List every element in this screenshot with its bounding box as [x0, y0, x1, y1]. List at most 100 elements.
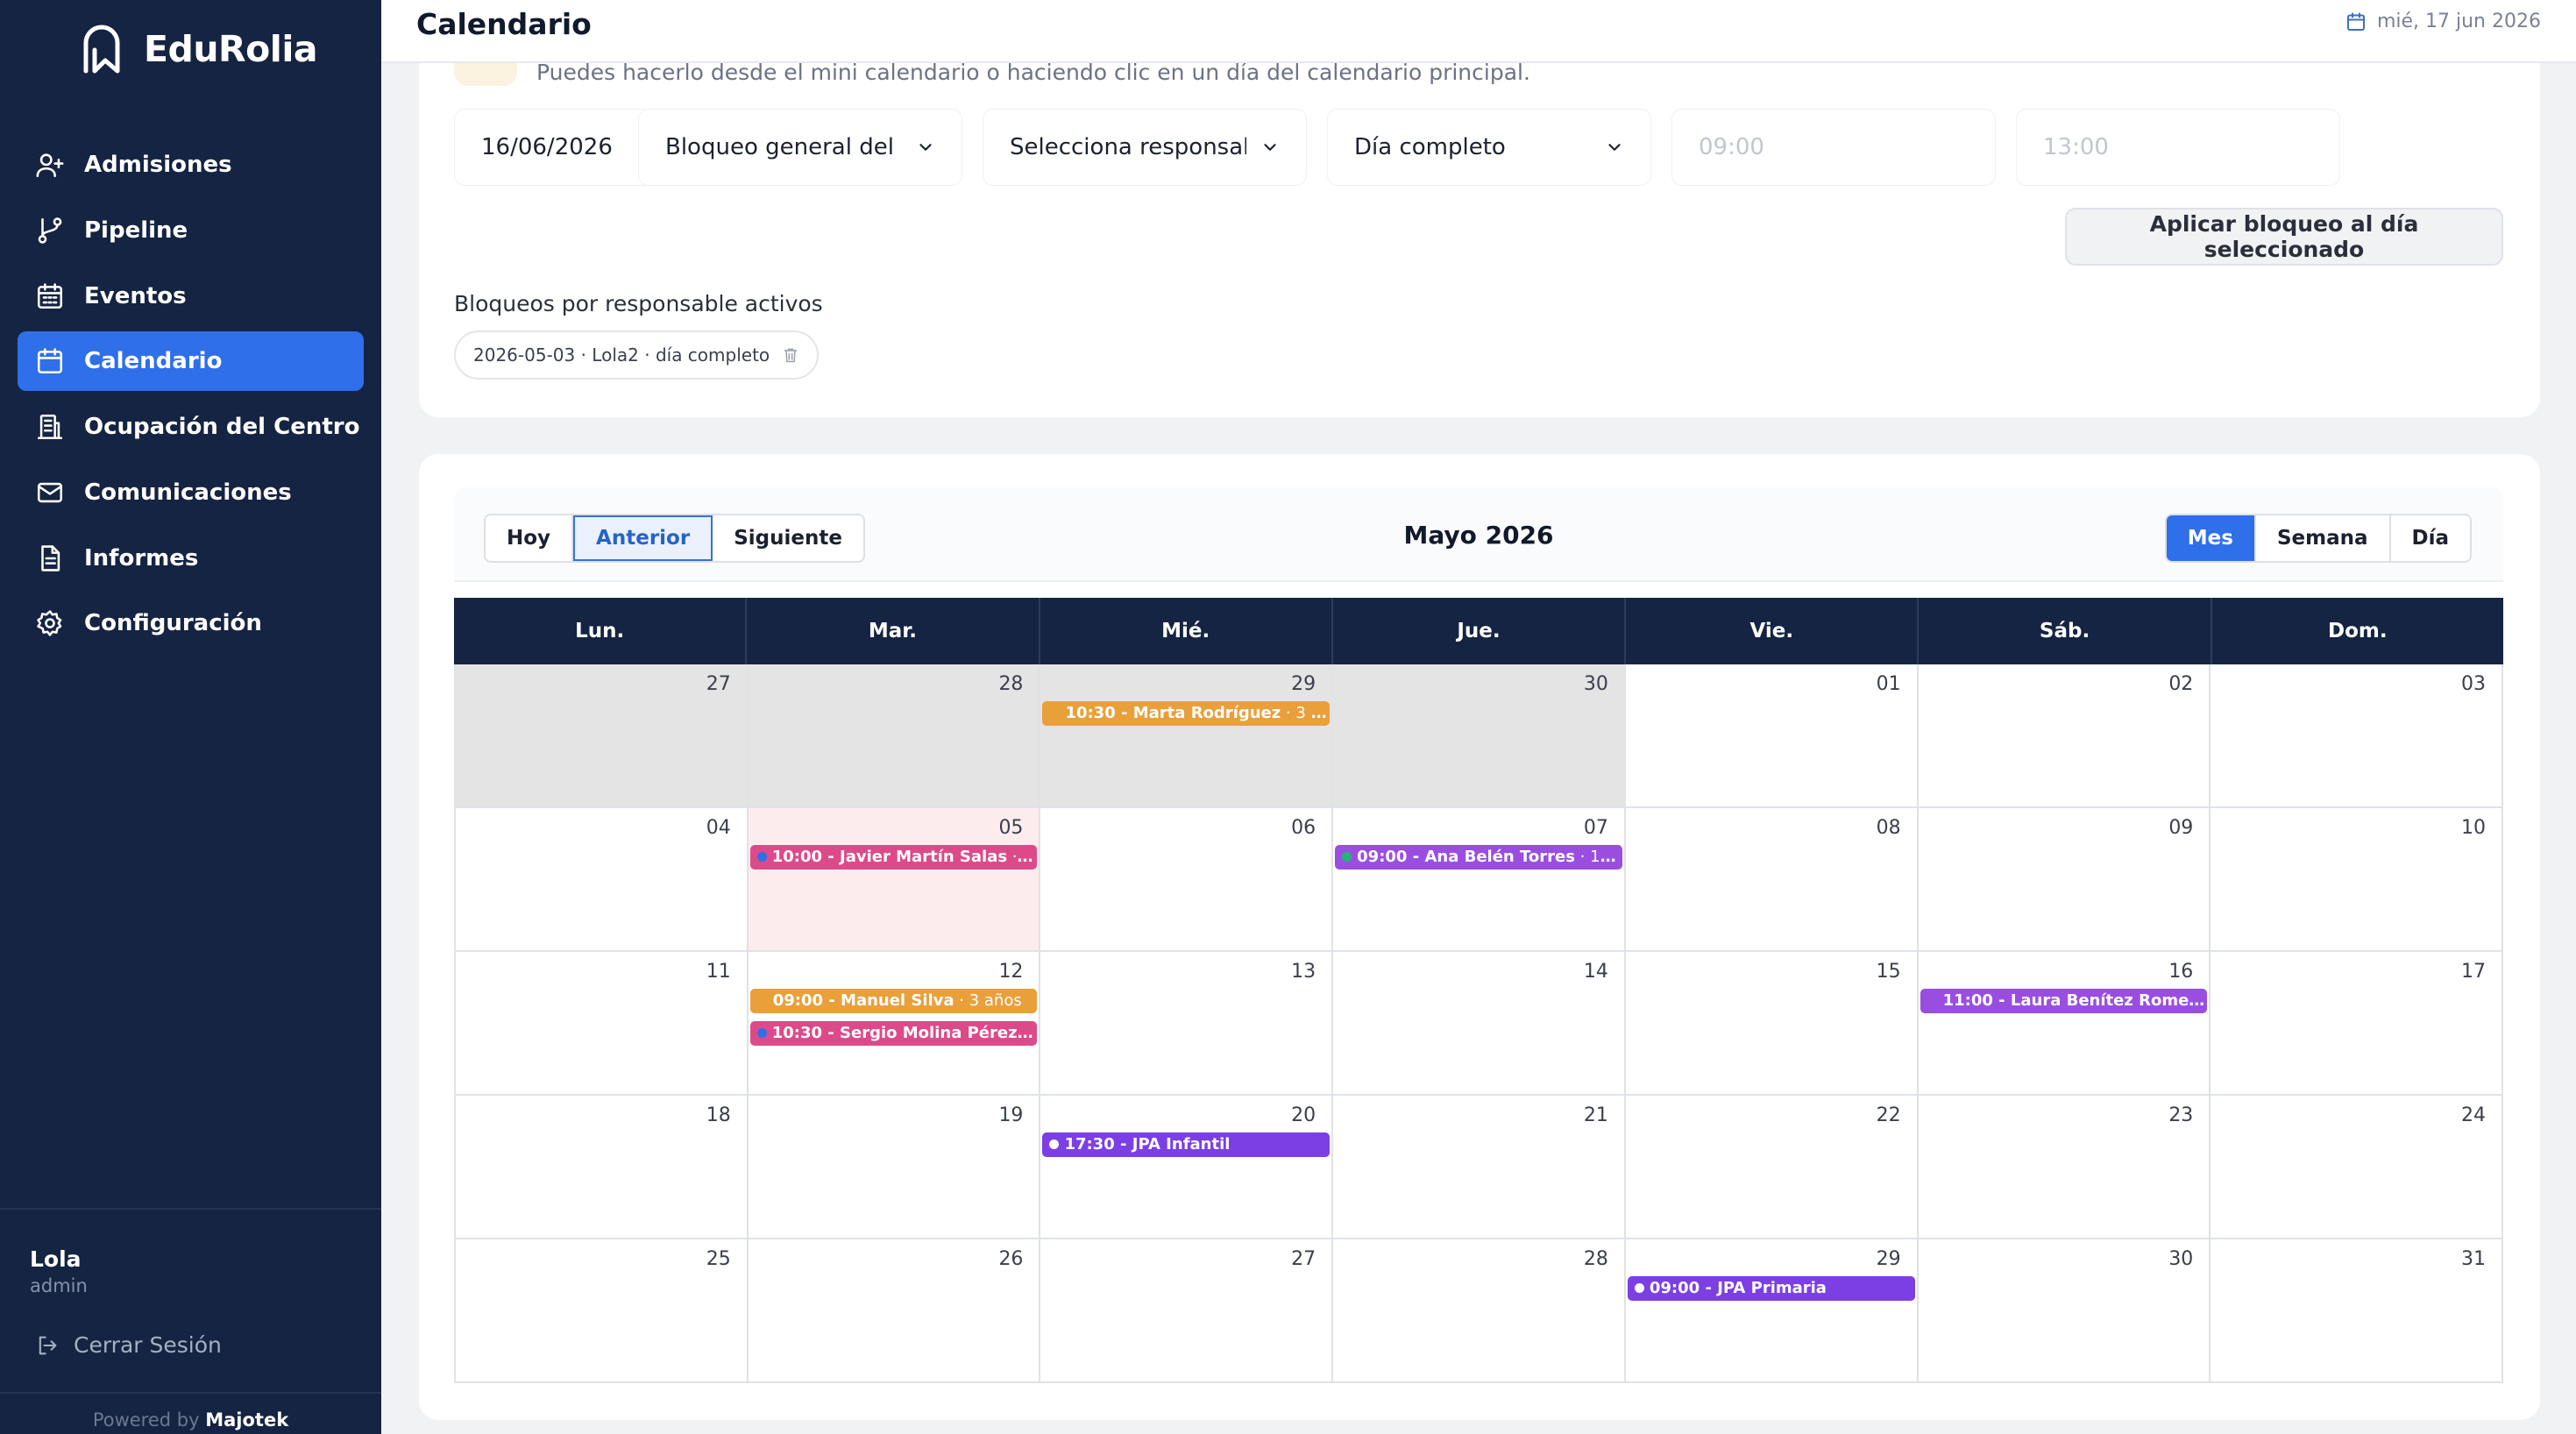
- calendar-event[interactable]: 17:30 - JPA Infantil: [1042, 1132, 1331, 1157]
- day-cell[interactable]: 18: [456, 1096, 749, 1238]
- sidebar-item-ocupacion[interactable]: Ocupación del Centro: [18, 397, 364, 457]
- day-cell[interactable]: 17: [2211, 952, 2504, 1094]
- document-icon: [41, 545, 60, 571]
- day-cell[interactable]: 24: [2211, 1096, 2504, 1238]
- day-cell[interactable]: 28: [748, 664, 1041, 806]
- day-cell[interactable]: 15: [1625, 952, 1919, 1094]
- day-cell[interactable]: 05 10:00 - Javier Martín Salas · 5º Prima…: [748, 808, 1041, 950]
- sidebar-item-configuracion[interactable]: Configuración: [18, 593, 364, 653]
- day-cell[interactable]: 03: [2211, 664, 2504, 806]
- day-cell[interactable]: 12 09:00 - Manuel Silva · 3 años 10:30 - S…: [748, 952, 1041, 1094]
- day-number: 15: [1876, 961, 1901, 983]
- event-time: 11:00: [1942, 991, 1993, 1010]
- day-number: 17: [2461, 961, 2487, 983]
- day-cell[interactable]: 30: [1333, 664, 1626, 806]
- block-chip-text: 2026-05-03 · Lola2 · día completo: [473, 344, 770, 366]
- end-time-input[interactable]: 13:00: [2016, 109, 2340, 186]
- day-cell[interactable]: 29 09:00 - JPA Primaria: [1625, 1239, 1919, 1381]
- event-title: Laura Benítez Romero: [2010, 991, 2208, 1010]
- week-row: 04 05 10:00 - Javier Martín Salas · 5º Pri…: [456, 808, 2504, 952]
- day-cell[interactable]: 27: [1040, 1239, 1334, 1381]
- day-number: 18: [706, 1104, 731, 1126]
- trash-icon[interactable]: [782, 346, 799, 364]
- day-cell[interactable]: 09: [1918, 808, 2211, 950]
- day-cell[interactable]: 14: [1333, 952, 1626, 1094]
- day-number: 12: [998, 961, 1024, 983]
- day-cell[interactable]: 10: [2211, 808, 2504, 950]
- day-cell[interactable]: 06: [1040, 808, 1334, 950]
- sidebar-item-label: Configuración: [84, 610, 262, 636]
- month-grid: Lun. Mar. Mié. Jue. Vie. Sáb. Dom. 27 28 2…: [454, 598, 2504, 1383]
- day-cell[interactable]: 02: [1918, 664, 2211, 806]
- calendar-grid-icon: [37, 283, 63, 309]
- responsible-select[interactable]: Selecciona responsable: [983, 109, 1307, 186]
- day-cell[interactable]: 07 09:00 - Ana Belén Torres · 1º ESO: [1333, 808, 1626, 950]
- sidebar-item-eventos[interactable]: Eventos: [18, 266, 364, 326]
- day-cell[interactable]: 16 11:00 - Laura Benítez Romero · 2º ESO: [1918, 952, 2211, 1094]
- day-cell[interactable]: 25: [456, 1239, 749, 1381]
- day-number: 29: [1876, 1248, 1901, 1270]
- day-cell[interactable]: 21: [1333, 1096, 1626, 1238]
- logout-label: Cerrar Sesión: [74, 1332, 222, 1358]
- sidebar-item-informes[interactable]: Informes: [18, 529, 364, 588]
- day-cell[interactable]: 13: [1040, 952, 1334, 1094]
- responsible-value: Selecciona responsable: [1010, 134, 1246, 160]
- day-number: 16: [2168, 961, 2194, 983]
- chevron-down-icon: [1264, 144, 1276, 151]
- calendar-event[interactable]: 10:30 - Sergio Molina Pérez · 1º ESO: [749, 1021, 1038, 1046]
- day-number: 22: [1876, 1104, 1901, 1126]
- brand-logo[interactable]: EduRolia: [81, 23, 318, 75]
- logout-button[interactable]: Cerrar Sesión: [35, 1332, 222, 1358]
- day-cell[interactable]: 23: [1918, 1096, 2211, 1238]
- day-cell[interactable]: 27: [456, 664, 749, 806]
- day-number: 28: [998, 673, 1024, 695]
- calendar-event[interactable]: 09:00 - JPA Primaria: [1627, 1276, 1915, 1301]
- sidebar-item-calendario[interactable]: Calendario: [18, 331, 364, 391]
- day-cell[interactable]: 29 10:30 - Marta Rodríguez · 3 años: [1040, 664, 1334, 806]
- day-cell[interactable]: 26: [748, 1239, 1041, 1381]
- calendar-event[interactable]: 09:00 - Ana Belén Torres · 1º ESO: [1335, 845, 1622, 870]
- event-detail: · 5º Primaria: [1011, 848, 1038, 866]
- start-time-input[interactable]: 09:00: [1671, 109, 1996, 186]
- day-cell[interactable]: 28: [1333, 1239, 1626, 1381]
- event-detail: · 1º ESO: [1579, 848, 1622, 866]
- calendar-event[interactable]: 10:30 - Marta Rodríguez · 3 años: [1042, 701, 1331, 726]
- view-button-group: Mes Semana Día: [2164, 514, 2472, 563]
- day-cell[interactable]: 04: [456, 808, 749, 950]
- event-time: 10:30: [771, 1024, 823, 1042]
- user-plus-icon: [36, 153, 64, 178]
- sidebar-item-label: Informes: [84, 545, 199, 571]
- day-cell[interactable]: 22: [1625, 1096, 1919, 1238]
- day-cell[interactable]: 19: [748, 1096, 1041, 1238]
- day-cell[interactable]: 11: [456, 952, 749, 1094]
- start-time-value: 09:00: [1699, 134, 1764, 160]
- duration-select[interactable]: Día completo: [1327, 109, 1651, 186]
- sidebar-item-pipeline[interactable]: Pipeline: [18, 201, 364, 260]
- sidebar-item-comunicaciones[interactable]: Comunicaciones: [18, 463, 364, 522]
- current-date: mié, 17 jun 2026: [2345, 11, 2541, 32]
- git-branch-icon: [38, 217, 62, 244]
- block-type-select[interactable]: Bloqueo general del centro: [638, 109, 962, 186]
- apply-block-button[interactable]: Aplicar bloqueo al día seleccionado: [2065, 208, 2503, 266]
- powered-brand[interactable]: Majotek: [205, 1409, 288, 1430]
- day-cell[interactable]: 08: [1625, 808, 1919, 950]
- event-time: 10:30: [1065, 704, 1116, 722]
- week-row: 11 12 09:00 - Manuel Silva · 3 años 10:30 -…: [456, 952, 2504, 1096]
- event-status-dot: [756, 852, 767, 862]
- day-cell[interactable]: 20 17:30 - JPA Infantil: [1040, 1096, 1334, 1238]
- day-cell[interactable]: 01: [1625, 664, 1919, 806]
- event-title: Sergio Molina Pérez: [840, 1024, 1018, 1042]
- view-month-button[interactable]: Mes: [2166, 515, 2256, 561]
- view-week-button[interactable]: Semana: [2255, 515, 2391, 561]
- weekday-header: Lun. Mar. Mié. Jue. Vie. Sáb. Dom.: [454, 598, 2503, 664]
- view-day-button[interactable]: Día: [2390, 515, 2470, 561]
- sidebar-item-label: Comunicaciones: [84, 479, 292, 506]
- weekday-label: Jue.: [1333, 598, 1627, 664]
- calendar-event[interactable]: 10:00 - Javier Martín Salas · 5º Primari…: [749, 845, 1038, 870]
- sidebar-item-admisiones[interactable]: Admisiones: [18, 135, 364, 195]
- calendar-event[interactable]: 11:00 - Laura Benítez Romero · 2º ESO: [1920, 989, 2208, 1013]
- event-time: 09:00: [1357, 848, 1408, 866]
- day-cell[interactable]: 31: [2211, 1239, 2504, 1381]
- day-cell[interactable]: 30: [1918, 1239, 2211, 1381]
- calendar-event[interactable]: 09:00 - Manuel Silva · 3 años: [749, 989, 1038, 1013]
